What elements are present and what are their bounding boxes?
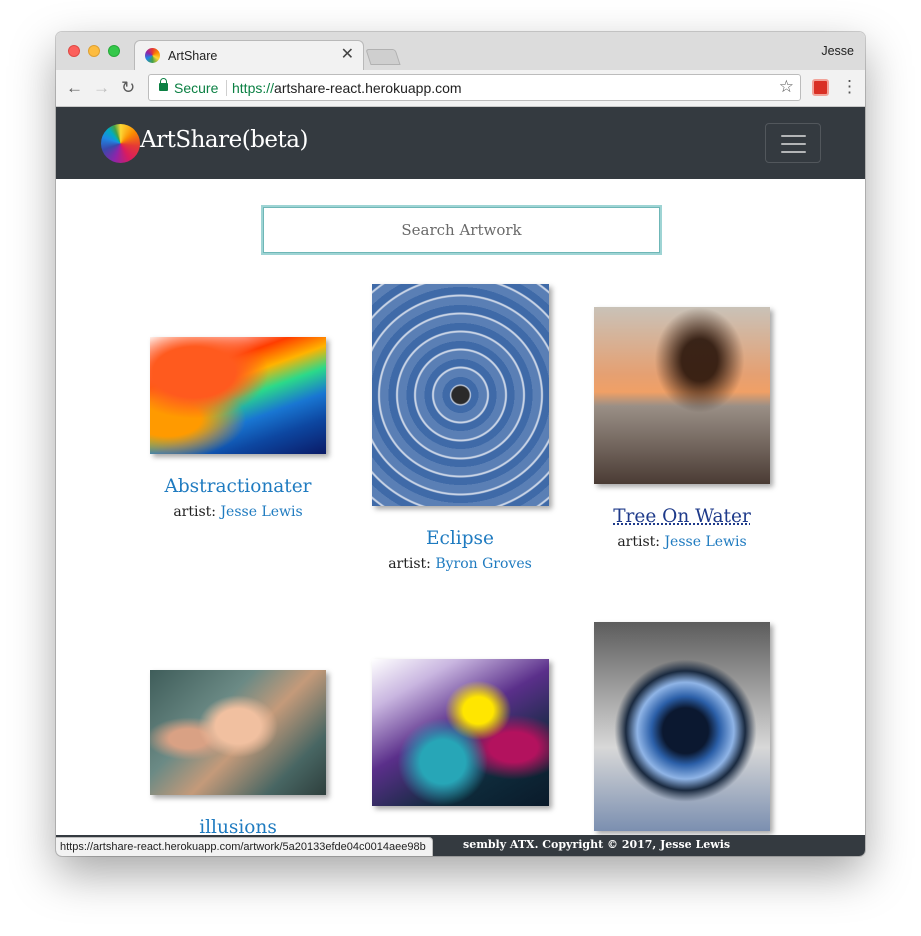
url-text[interactable]: https://artshare-react.herokuapp.com xyxy=(232,80,462,96)
artist-link[interactable]: Jesse Lewis xyxy=(220,504,302,520)
bookmark-star-icon[interactable]: ☆ xyxy=(779,77,794,97)
artwork-card: Eclipse artist: Byron Groves xyxy=(365,284,555,572)
browser-toolbar: ← → ↻ Secure https://artshare-react.hero… xyxy=(56,70,865,107)
url-scheme: https:// xyxy=(232,80,275,96)
hamburger-line-icon xyxy=(781,143,806,145)
browser-window: ArtShare ✕ Jesse ← → ↻ Secure https://ar… xyxy=(56,32,865,856)
profile-name[interactable]: Jesse xyxy=(821,44,854,58)
site-navbar: ArtShare(beta) xyxy=(56,107,865,179)
address-bar[interactable]: Secure https://artshare-react.herokuapp.… xyxy=(148,74,801,101)
main-content: Abstractionater artist: Jesse Lewis Ecli… xyxy=(56,179,865,835)
artwork-card: Tree On Water artist: Jesse Lewis xyxy=(587,307,777,550)
search-input[interactable] xyxy=(261,205,662,255)
brand-title[interactable]: ArtShare(beta) xyxy=(140,127,308,153)
artwork-title[interactable]: Abstractionater xyxy=(143,476,333,498)
back-arrow-icon[interactable]: ← xyxy=(66,79,83,97)
tab-title: ArtShare xyxy=(168,49,218,63)
artist-link[interactable]: Jesse Lewis xyxy=(664,534,746,550)
hamburger-line-icon xyxy=(781,135,806,137)
artist-label: artist: xyxy=(173,504,216,520)
artist-line: artist: Jesse Lewis xyxy=(587,534,777,550)
hamburger-line-icon xyxy=(781,151,806,153)
tab-close-icon[interactable]: ✕ xyxy=(341,46,354,64)
tab-bar: ArtShare ✕ Jesse xyxy=(56,32,865,71)
browser-tab[interactable]: ArtShare ✕ xyxy=(134,40,364,71)
hamburger-menu-button[interactable] xyxy=(765,123,821,163)
minimize-window-button[interactable] xyxy=(88,45,100,57)
artwork-image[interactable] xyxy=(371,284,549,506)
artwork-image[interactable] xyxy=(594,307,770,484)
artwork-title[interactable]: Eclipse xyxy=(365,528,555,550)
status-bar-url: https://artshare-react.herokuapp.com/art… xyxy=(56,837,433,856)
omnibox-divider xyxy=(226,80,227,96)
artwork-card: Abstractionater artist: Jesse Lewis xyxy=(143,337,333,520)
artwork-card xyxy=(587,622,777,835)
artwork-image[interactable] xyxy=(150,670,326,795)
artist-label: artist: xyxy=(617,534,660,550)
artwork-image[interactable] xyxy=(150,337,326,454)
forward-arrow-icon[interactable]: → xyxy=(93,79,110,97)
extension-icon[interactable] xyxy=(812,79,829,96)
artist-line: artist: Byron Groves xyxy=(365,556,555,572)
artist-link[interactable]: Byron Groves xyxy=(435,556,531,572)
artist-label: artist: xyxy=(388,556,431,572)
artwork-title[interactable]: illusions xyxy=(143,817,333,835)
url-host: artshare-react.herokuapp.com xyxy=(274,80,462,96)
reload-icon[interactable]: ↻ xyxy=(121,79,135,97)
secure-label: Secure xyxy=(174,80,219,96)
artwork-title[interactable]: Tree On Water xyxy=(587,506,777,528)
artwork-card xyxy=(365,659,555,828)
lock-icon xyxy=(159,78,168,91)
logo-icon[interactable] xyxy=(101,124,140,163)
maximize-window-button[interactable] xyxy=(108,45,120,57)
footer-copyright: sembly ATX. Copyright © 2017, Jesse Lewi… xyxy=(463,838,731,851)
close-window-button[interactable] xyxy=(68,45,80,57)
favicon-icon xyxy=(145,48,160,63)
artwork-image[interactable] xyxy=(371,659,549,806)
artwork-card: illusions xyxy=(143,670,333,835)
artwork-image[interactable] xyxy=(594,622,770,831)
new-tab-button[interactable] xyxy=(365,49,401,65)
browser-menu-icon[interactable]: ⋮ xyxy=(841,77,858,97)
artist-line: artist: Jesse Lewis xyxy=(143,504,333,520)
